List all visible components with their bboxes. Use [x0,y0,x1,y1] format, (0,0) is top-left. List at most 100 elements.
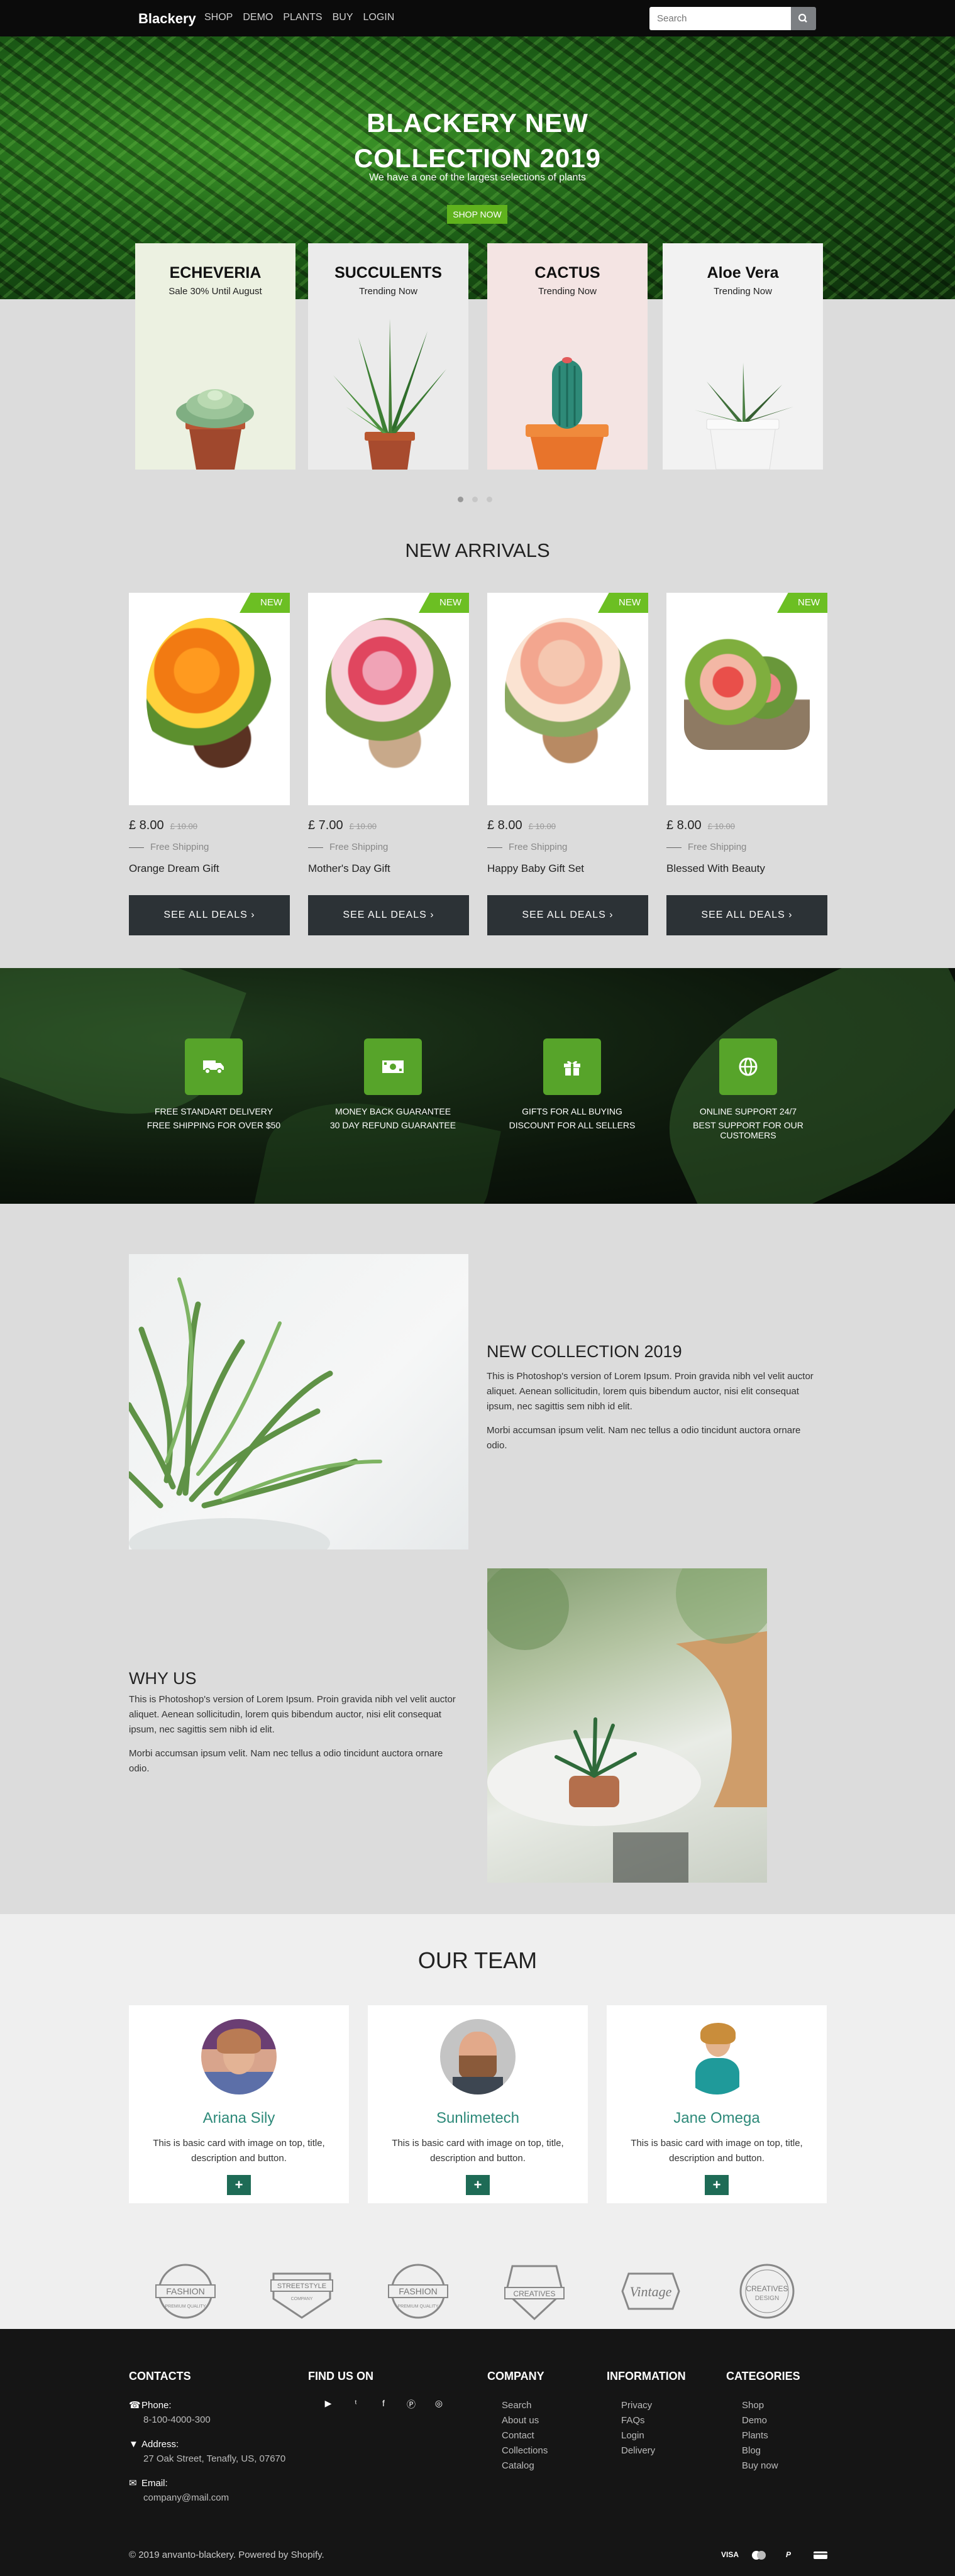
team-member-name: Jane Omega [673,2110,760,2127]
globe-icon [719,1038,777,1095]
find-us-heading: FIND US ON [308,2370,374,2382]
menu-item-buy[interactable]: BUY [333,12,353,23]
svg-text:PREMIUM QUALITY: PREMIUM QUALITY [398,2304,439,2309]
footer-link-plants[interactable]: Plants [742,2428,778,2443]
footer-link-about[interactable]: About us [502,2413,548,2428]
chevron-right-icon: › [788,910,793,920]
footer-link-demo[interactable]: Demo [742,2413,778,2428]
footer-link-privacy[interactable]: Privacy [621,2398,655,2413]
search-input[interactable] [649,7,791,30]
footer-link-collections[interactable]: Collections [502,2443,548,2458]
streetstyle-logo[interactable]: STREETSTYLE COMPANY [267,2261,336,2321]
collection-card-cactus[interactable]: CACTUS Trending Now [487,243,648,470]
shop-now-button[interactable]: SHOP NOW [447,205,507,224]
collection-card-aloe-vera[interactable]: Aloe Vera Trending Now [663,243,823,470]
svg-text:STREETSTYLE: STREETSTYLE [277,2282,326,2290]
product-name[interactable]: Orange Dream Gift [129,862,219,875]
product-name[interactable]: Happy Baby Gift Set [487,862,584,875]
succulent-closeup-image [129,1277,382,1549]
free-shipping-label: Free Shipping [129,842,209,852]
phone-icon: ☎ [129,2400,141,2411]
collection-title: CACTUS [534,264,600,282]
team-member-name: Sunlimetech [436,2110,520,2127]
product-image[interactable]: NEW [308,593,469,805]
youtube-icon[interactable]: ▶ [323,2398,334,2409]
pinterest-icon[interactable]: Ⓟ [406,2398,417,2409]
product-image[interactable]: NEW [487,593,648,805]
footer-link-login[interactable]: Login [621,2428,655,2443]
carousel-dot[interactable] [458,497,463,502]
new-badge: NEW [240,593,290,613]
echeveria-plant-image [176,389,254,470]
footer-link-catalog[interactable]: Catalog [502,2458,548,2474]
product-image[interactable]: NEW [666,593,827,805]
menu-item-shop[interactable]: SHOP [204,12,233,23]
footer-link-shop[interactable]: Shop [742,2398,778,2413]
new-badge: NEW [419,593,469,613]
twitter-icon[interactable]: ᵗ [350,2398,362,2409]
feature-subtitle: BEST SUPPORT FOR OUR CUSTOMERS [693,1120,803,1140]
footer-link-contact[interactable]: Contact [502,2428,548,2443]
collection-title: SUCCULENTS [334,264,442,282]
vintage-logo[interactable]: Vintage [616,2261,685,2321]
why-us-paragraph-2: Morbi accumsan ipsum velit. Nam nec tell… [129,1748,443,1774]
footer-link-buy-now[interactable]: Buy now [742,2458,778,2474]
feature-title: ONLINE SUPPORT 24/7 [699,1106,797,1116]
feature-delivery: FREE STANDART DELIVERY FREE SHIPPING FOR… [132,1038,295,1130]
add-button[interactable]: + [227,2175,251,2195]
contacts-heading: CONTACTS [129,2370,191,2382]
see-all-deals-button[interactable]: SEE ALL DEALS › [487,895,648,935]
collection-subtitle: Sale 30% Until August [168,286,262,297]
team-member-description: This is basic card with image on top, ti… [631,2138,803,2164]
product-old-price: £ 10.00 [707,822,735,831]
team-member-description: This is basic card with image on top, ti… [153,2138,325,2164]
search-icon [798,13,807,23]
carousel-dot[interactable] [472,497,478,502]
search-button[interactable] [791,7,816,30]
collection-card-echeveria[interactable]: ECHEVERIA Sale 30% Until August [135,243,295,470]
baby-gift-bouquet-image [505,618,631,769]
brand-logo[interactable]: Blackery [138,11,196,27]
free-shipping-label: Free Shipping [308,842,388,852]
why-us-title: WHY US [129,1669,197,1688]
free-shipping-label: Free Shipping [487,842,567,852]
avatar [201,2019,277,2094]
footer-link-faqs[interactable]: FAQs [621,2413,655,2428]
feature-title: FREE STANDART DELIVERY [154,1106,273,1116]
add-button[interactable]: + [705,2175,729,2195]
carousel-dots [458,497,492,502]
money-icon [364,1038,422,1095]
truck-icon [185,1038,243,1095]
see-all-deals-button[interactable]: SEE ALL DEALS › [129,895,290,935]
carousel-dot[interactable] [487,497,492,502]
menu-item-demo[interactable]: DEMO [243,12,273,23]
phone-value[interactable]: 8-100-4000-300 [143,2413,211,2428]
chevron-right-icon: › [609,910,614,920]
company-links: Search About us Contact Collections Cata… [502,2398,548,2474]
feature-subtitle: 30 DAY REFUND GUARANTEE [329,1120,456,1130]
creatives-logo[interactable]: CREATIVES [500,2261,569,2321]
creatives-design-logo[interactable]: CREATIVES DESIGN [732,2261,802,2321]
fashion-logo[interactable]: FASHION PREMIUM QUALITY [151,2261,220,2321]
footer-link-search[interactable]: Search [502,2398,548,2413]
why-us-paragraph: This is Photoshop's version of Lorem Ips… [129,1694,456,1735]
facebook-icon[interactable]: f [378,2398,389,2409]
footer-link-blog[interactable]: Blog [742,2443,778,2458]
menu-item-login[interactable]: LOGIN [363,12,395,23]
see-all-deals-button[interactable]: SEE ALL DEALS › [308,895,469,935]
paypal-icon: P [786,2550,792,2559]
product-image[interactable]: NEW [129,593,290,805]
product-name[interactable]: Blessed With Beauty [666,862,765,875]
address-value: 27 Oak Street, Tenafly, US, 07670 [143,2453,286,2464]
orange-bouquet-image [146,618,272,769]
add-button[interactable]: + [466,2175,490,2195]
footer-link-delivery[interactable]: Delivery [621,2443,655,2458]
see-all-deals-button[interactable]: SEE ALL DEALS › [666,895,827,935]
information-heading: INFORMATION [607,2370,686,2382]
fashion-logo-2[interactable]: FASHION PREMIUM QUALITY [384,2261,453,2321]
collection-card-succulents[interactable]: SUCCULENTS Trending Now [308,243,468,470]
instagram-icon[interactable]: ◎ [433,2398,444,2409]
menu-item-plants[interactable]: PLANTS [283,12,322,23]
email-value[interactable]: company@mail.com [143,2491,229,2506]
product-name[interactable]: Mother's Day Gift [308,862,390,875]
